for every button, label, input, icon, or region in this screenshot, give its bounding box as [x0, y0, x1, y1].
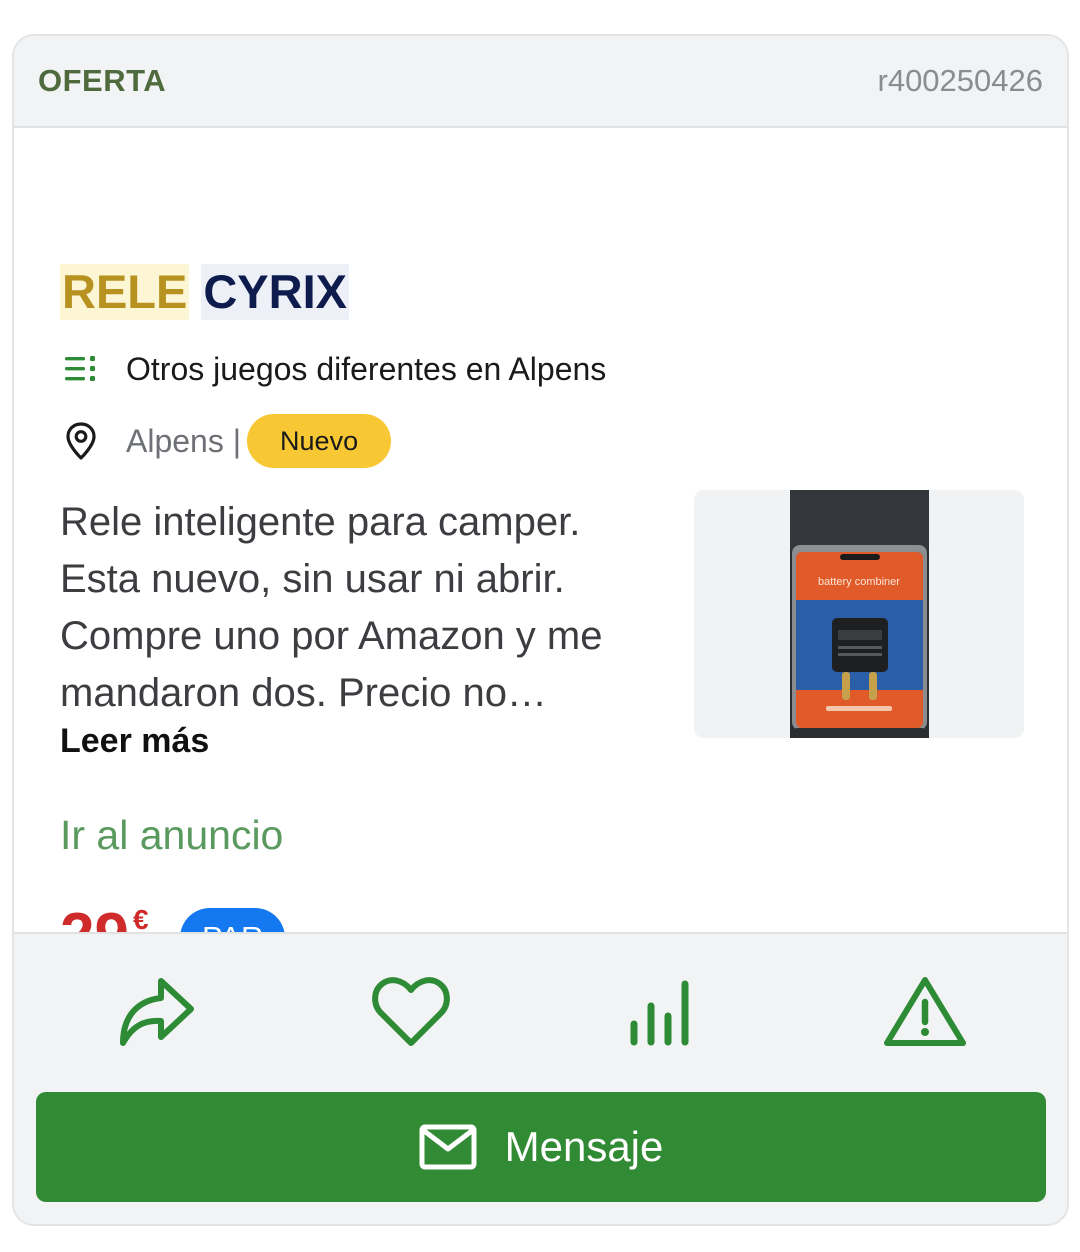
- actions-bar: Mensaje: [14, 932, 1067, 1224]
- read-more-link[interactable]: Leer más: [60, 722, 209, 761]
- share-icon: [120, 978, 194, 1046]
- category-label: Otros juegos diferentes en Alpens: [126, 350, 607, 387]
- category-list-icon: [62, 350, 100, 388]
- card-header: OFERTA r400250426: [14, 36, 1067, 128]
- title-word: RELE: [60, 264, 190, 320]
- go-to-ad-link[interactable]: Ir al anuncio: [60, 812, 283, 859]
- stats-button[interactable]: [616, 970, 706, 1054]
- message-button[interactable]: Mensaje: [36, 1092, 1046, 1202]
- share-button[interactable]: [110, 970, 200, 1054]
- message-button-label: Mensaje: [504, 1123, 664, 1170]
- favorite-button[interactable]: [366, 970, 456, 1054]
- location-pin-icon: [62, 422, 100, 460]
- listing-title[interactable]: RELE CYRIX: [60, 264, 349, 320]
- title-word: CYRIX: [201, 264, 349, 320]
- condition-badge: Nuevo: [247, 414, 392, 468]
- listing-card: OFERTA r400250426 RELE CYRIX Otros juego…: [12, 34, 1069, 1226]
- product-photo: battery combiner: [789, 490, 929, 738]
- location-label: Alpens |: [126, 422, 242, 459]
- product-label-text: battery combiner: [818, 576, 900, 588]
- heart-icon: [372, 977, 450, 1046]
- location-row: Alpens | Nuevo: [62, 414, 392, 468]
- listing-type-label: OFERTA: [38, 63, 167, 98]
- listing-description: Rele inteligente para camper. Esta nuevo…: [60, 500, 603, 715]
- listing-reference: r400250426: [877, 63, 1044, 98]
- report-button[interactable]: [880, 970, 970, 1054]
- bar-chart-icon: [630, 980, 689, 1046]
- category-row: Otros juegos diferentes en Alpens: [62, 350, 606, 388]
- envelope-icon: [419, 1124, 477, 1170]
- warning-icon: [884, 977, 966, 1046]
- listing-image[interactable]: battery combiner: [694, 490, 1024, 738]
- card-body: RELE CYRIX Otros juegos diferentes en Al…: [14, 128, 1067, 970]
